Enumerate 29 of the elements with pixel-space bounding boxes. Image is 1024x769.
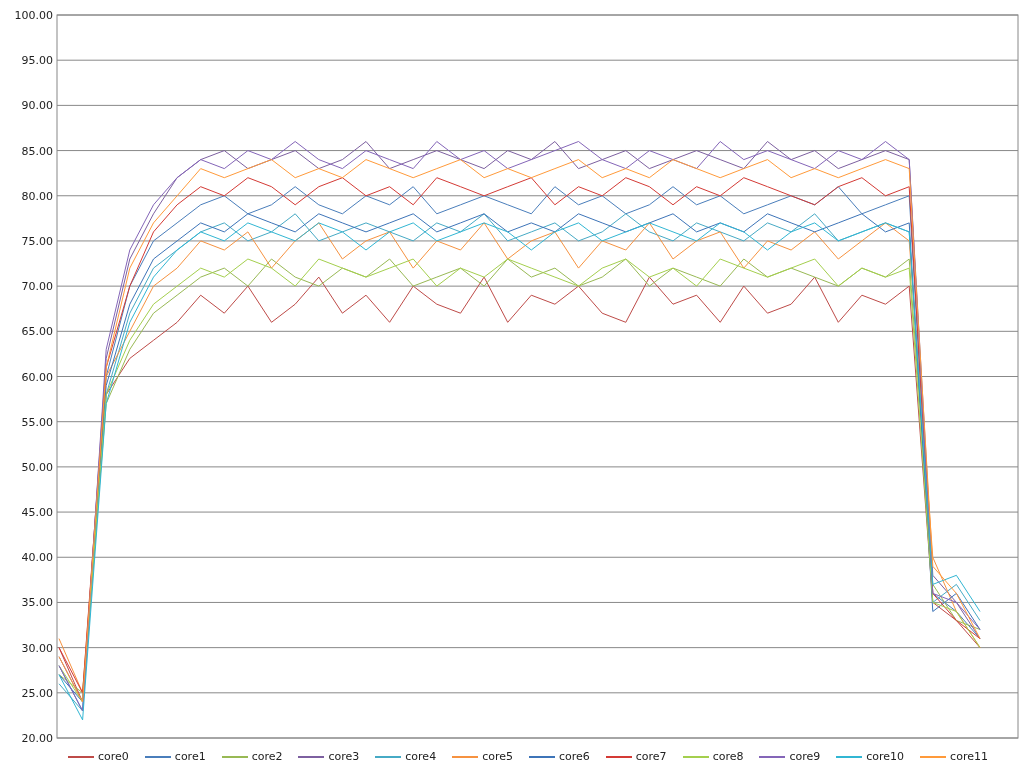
legend-label: core1 — [174, 750, 206, 763]
y-axis-label: 35.00 — [21, 596, 53, 610]
y-axis-label: 60.00 — [21, 370, 53, 384]
y-axis-label: 20.00 — [21, 732, 53, 742]
y-axis-label: 40.00 — [21, 551, 53, 565]
y-axis-label: 55.00 — [21, 415, 53, 429]
y-axis-label: 100.00 — [14, 9, 53, 22]
y-axis-label: 80.00 — [21, 189, 53, 203]
y-axis-label: 70.00 — [21, 280, 53, 294]
legend-label: core7 — [635, 750, 667, 763]
legend-label: core10 — [866, 750, 905, 763]
legend-label: core9 — [789, 750, 821, 763]
legend-label: core4 — [405, 750, 437, 763]
legend-label: core8 — [712, 750, 744, 763]
y-axis-label: 90.00 — [21, 99, 53, 113]
y-axis-label: 75.00 — [21, 234, 53, 248]
y-axis-label: 30.00 — [21, 641, 53, 655]
legend-label: core11 — [950, 750, 988, 763]
y-axis-label: 45.00 — [21, 506, 53, 520]
y-axis-label: 50.00 — [21, 460, 53, 474]
legend-label: core5 — [482, 750, 513, 763]
y-axis-label: 25.00 — [21, 686, 53, 700]
y-axis-label: 85.00 — [21, 144, 53, 158]
legend-label: core3 — [328, 750, 360, 763]
legend-label: core0 — [98, 750, 129, 763]
y-axis-label: 95.00 — [21, 54, 53, 68]
legend-label: core2 — [251, 750, 283, 763]
y-axis-label: 65.00 — [21, 325, 53, 339]
legend-label: core6 — [558, 750, 590, 763]
